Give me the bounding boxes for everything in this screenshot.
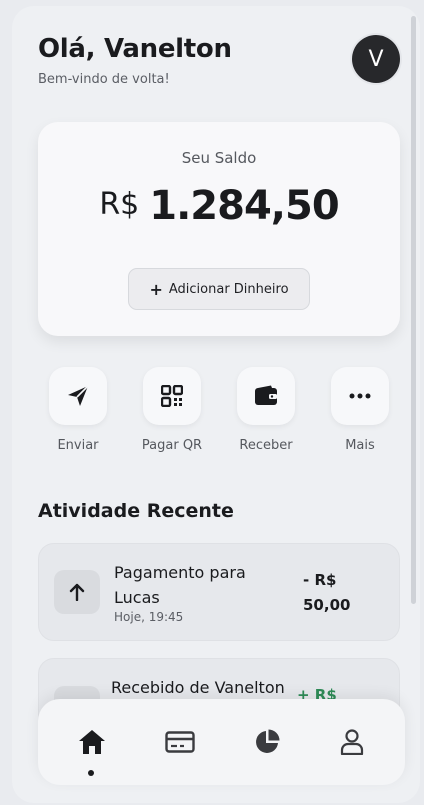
receive-button[interactable] [237, 367, 295, 425]
action-pay-qr[interactable]: Pagar QR [132, 367, 212, 453]
balance-amount: 1.284,50 [149, 183, 339, 229]
transaction-amount: - R$ 50,00 [303, 571, 351, 614]
qr-code-icon [161, 385, 183, 407]
card-icon [165, 731, 195, 753]
action-send[interactable]: Enviar [38, 367, 118, 453]
transaction-title: Pagamento para Lucas [114, 563, 246, 607]
nav-home[interactable] [62, 699, 122, 785]
scrollbar[interactable] [411, 16, 416, 604]
add-money-label: Adicionar Dinheiro [168, 281, 289, 297]
action-label: Pagar QR [141, 438, 203, 453]
action-label: Enviar [57, 438, 99, 453]
transaction-title: Recebido de Vanelton [111, 678, 285, 697]
action-label: Mais [345, 438, 375, 453]
action-more[interactable]: Mais [320, 367, 400, 453]
transaction-icon-box [54, 570, 100, 614]
action-label: Receber [239, 438, 293, 453]
nav-cards[interactable] [150, 699, 210, 785]
balance-currency: R$ [99, 187, 140, 222]
plus-icon: + [149, 279, 163, 299]
user-icon [340, 729, 364, 755]
recent-activity-title: Atividade Recente [38, 500, 234, 522]
add-money-button[interactable]: + Adicionar Dinheiro [128, 268, 310, 310]
avatar[interactable]: V [352, 35, 400, 83]
transaction-date: Hoje, 19:45 [114, 610, 184, 624]
active-indicator [88, 770, 94, 776]
more-button[interactable] [331, 367, 389, 425]
wallet-icon [255, 385, 277, 405]
quick-actions: Enviar Pagar QR Receber Mais [38, 367, 400, 453]
nav-profile[interactable] [322, 699, 382, 785]
app-screen: Olá, Vanelton Bem-vindo de volta! V Seu … [12, 6, 420, 803]
send-icon [68, 385, 89, 406]
balance-value: R$ 1.284,50 [38, 183, 400, 229]
pie-chart-icon [256, 729, 280, 753]
balance-label: Seu Saldo [181, 149, 257, 167]
pay-qr-button[interactable] [143, 367, 201, 425]
action-receive[interactable]: Receber [226, 367, 306, 453]
greeting-title: Olá, Vanelton [38, 34, 232, 64]
balance-card: Seu Saldo R$ 1.284,50 + Adicionar Dinhei… [38, 122, 400, 336]
send-button[interactable] [49, 367, 107, 425]
more-icon [349, 393, 371, 399]
home-icon [79, 730, 105, 754]
bottom-nav [38, 699, 405, 785]
arrow-up-icon [69, 583, 85, 601]
nav-analytics[interactable] [237, 699, 297, 785]
greeting-subtitle: Bem-vindo de volta! [38, 72, 170, 87]
header: Olá, Vanelton Bem-vindo de volta! [38, 34, 400, 87]
transaction-item[interactable]: Pagamento para Lucas Hoje, 19:45 - R$ 50… [38, 543, 400, 641]
